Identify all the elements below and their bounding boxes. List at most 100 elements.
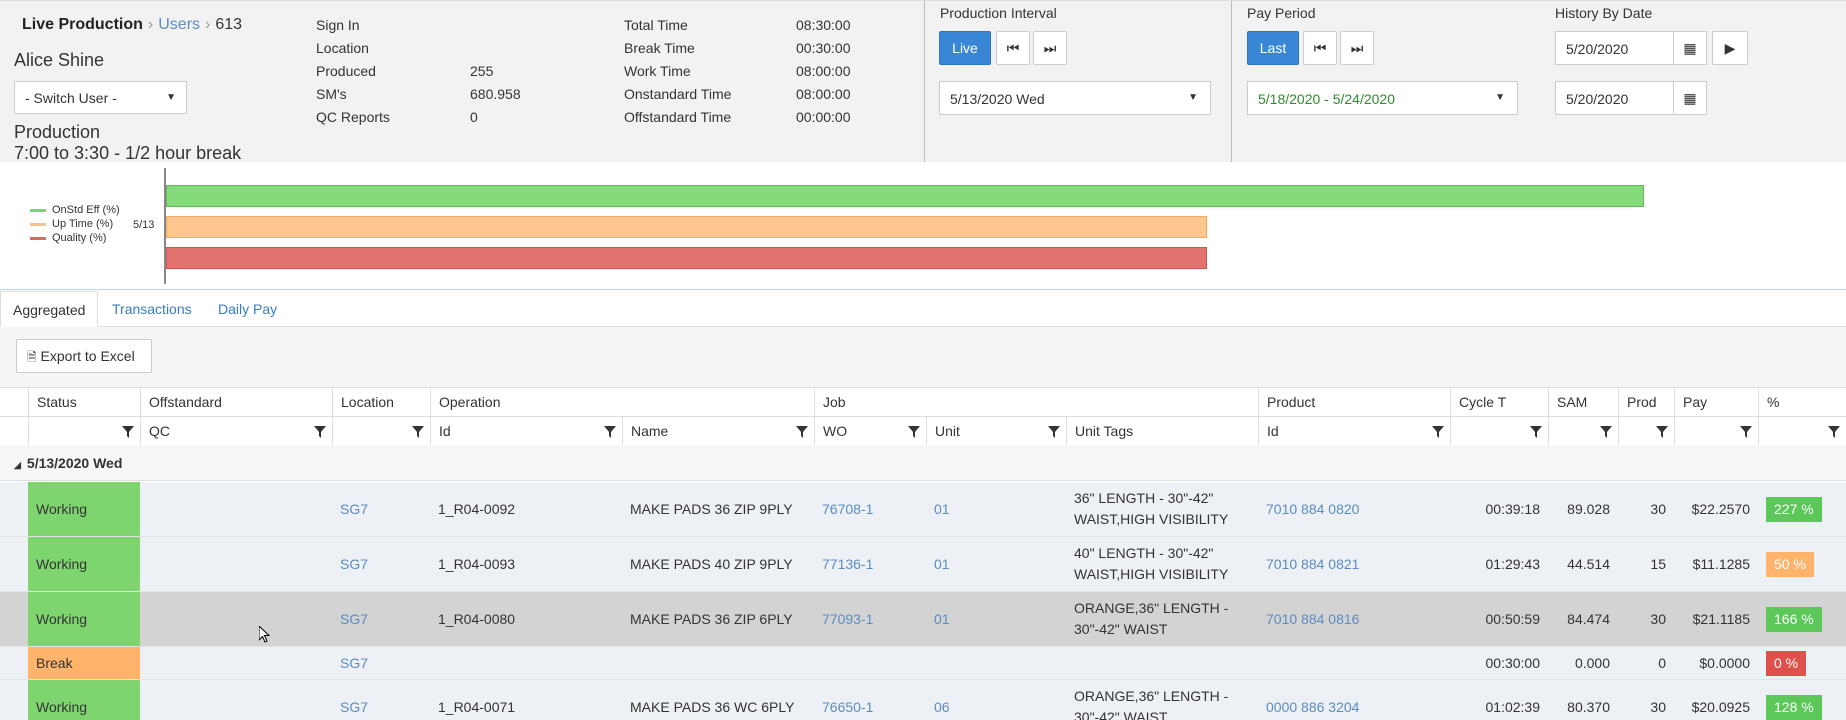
interval-select[interactable]: 5/13/2020 Wed ▼: [939, 81, 1211, 115]
unit-cell[interactable]: 01: [926, 592, 1066, 646]
col-operation[interactable]: Operation: [430, 388, 814, 416]
filter-icon[interactable]: [1530, 425, 1542, 438]
breadcrumb-root[interactable]: Live Production: [22, 16, 143, 33]
product-cell-text[interactable]: 7010 884 0816: [1266, 609, 1359, 630]
filter-icon[interactable]: [1048, 425, 1060, 438]
filter-cell[interactable]: [1674, 417, 1758, 445]
unit-cell[interactable]: [926, 647, 1066, 679]
collapse-icon[interactable]: ◢: [14, 460, 21, 470]
filter-cell[interactable]: [28, 417, 140, 445]
live-button[interactable]: Live: [939, 31, 991, 65]
location-cell[interactable]: SG7: [332, 537, 430, 591]
location-cell-text[interactable]: SG7: [340, 697, 368, 718]
location-cell[interactable]: SG7: [332, 482, 430, 536]
location-cell-text[interactable]: SG7: [340, 499, 368, 520]
wo-cell[interactable]: 77093-1: [814, 592, 926, 646]
location-cell[interactable]: SG7: [332, 592, 430, 646]
filter-cell[interactable]: [1758, 417, 1846, 445]
filter-icon[interactable]: [1828, 425, 1840, 438]
filter-icon[interactable]: [122, 425, 134, 438]
table-row[interactable]: Break SG7 00:30:00 0.000 0 $0.0000 0 %: [0, 647, 1846, 680]
filter-cell[interactable]: Name: [622, 417, 814, 445]
col-pct[interactable]: %: [1758, 388, 1846, 416]
table-row[interactable]: Working SG7 1_R04-0092 MAKE PADS 36 ZIP 9PL…: [0, 482, 1846, 537]
product-cell[interactable]: 0000 886 3204: [1258, 680, 1450, 720]
col-status[interactable]: Status: [28, 388, 140, 416]
export-excel-button[interactable]: 🗎 Export to Excel: [16, 339, 152, 373]
unit-cell[interactable]: 06: [926, 680, 1066, 720]
product-cell[interactable]: [1258, 647, 1450, 679]
filter-icon[interactable]: [1600, 425, 1612, 438]
location-cell[interactable]: SG7: [332, 680, 430, 720]
col-offstandard[interactable]: Offstandard: [140, 388, 332, 416]
product-cell[interactable]: 7010 884 0821: [1258, 537, 1450, 591]
history-to-input[interactable]: 5/20/2020 ▦: [1555, 81, 1707, 115]
wo-cell[interactable]: 77136-1: [814, 537, 926, 591]
location-cell-text[interactable]: SG7: [340, 554, 368, 575]
wo-cell[interactable]: 76650-1: [814, 680, 926, 720]
wo-cell[interactable]: [814, 647, 926, 679]
col-product[interactable]: Product: [1258, 388, 1450, 416]
last-period-button[interactable]: Last: [1247, 31, 1299, 65]
filter-icon[interactable]: [314, 425, 326, 438]
wo-cell-text[interactable]: 76708-1: [822, 499, 873, 520]
product-cell[interactable]: 7010 884 0820: [1258, 482, 1450, 536]
product-cell[interactable]: 7010 884 0816: [1258, 592, 1450, 646]
breadcrumb-users[interactable]: Users: [158, 16, 200, 33]
filter-cell[interactable]: [1618, 417, 1674, 445]
filter-cell[interactable]: Id: [1258, 417, 1450, 445]
location-cell-text[interactable]: SG7: [340, 609, 368, 630]
last-interval-button[interactable]: ⏭: [1033, 31, 1067, 65]
play-button[interactable]: ▶: [1712, 31, 1748, 65]
unit-cell[interactable]: 01: [926, 537, 1066, 591]
filter-cell[interactable]: Id: [430, 417, 622, 445]
tab-daily-pay[interactable]: Daily Pay: [206, 291, 289, 327]
calendar-icon[interactable]: ▦: [1673, 32, 1706, 64]
unit-cell-text[interactable]: 06: [934, 697, 950, 718]
col-cycle[interactable]: Cycle T: [1450, 388, 1548, 416]
tab-transactions[interactable]: Transactions: [100, 291, 204, 327]
filter-icon[interactable]: [908, 425, 920, 438]
wo-cell-text[interactable]: 77136-1: [822, 554, 873, 575]
unit-cell-text[interactable]: 01: [934, 554, 950, 575]
next-period-button[interactable]: ⏭: [1340, 31, 1374, 65]
filter-icon[interactable]: [1656, 425, 1668, 438]
table-row[interactable]: Working SG7 1_R04-0080 MAKE PADS 36 ZIP 6PL…: [0, 592, 1846, 647]
col-job[interactable]: Job: [814, 388, 1258, 416]
group-row[interactable]: ◢ 5/13/2020 Wed: [0, 445, 1846, 481]
filter-icon[interactable]: [1432, 425, 1444, 438]
unit-cell-text[interactable]: 01: [934, 499, 950, 520]
tab-aggregated[interactable]: Aggregated: [0, 291, 99, 327]
switch-user-select[interactable]: - Switch User - ▼: [14, 81, 187, 114]
col-pay[interactable]: Pay: [1674, 388, 1758, 416]
location-cell[interactable]: SG7: [332, 647, 430, 679]
filter-cell[interactable]: [1548, 417, 1618, 445]
col-prod[interactable]: Prod: [1618, 388, 1674, 416]
table-row[interactable]: Working SG7 1_R04-0093 MAKE PADS 40 ZIP 9PL…: [0, 537, 1846, 592]
unit-cell[interactable]: 01: [926, 482, 1066, 536]
col-location[interactable]: Location: [332, 388, 430, 416]
filter-cell[interactable]: Unit: [926, 417, 1066, 445]
calendar-icon[interactable]: ▦: [1673, 82, 1706, 114]
filter-cell[interactable]: Unit Tags: [1066, 417, 1258, 445]
filter-cell[interactable]: WO: [814, 417, 926, 445]
filter-cell[interactable]: [332, 417, 430, 445]
wo-cell-text[interactable]: 76650-1: [822, 697, 873, 718]
product-cell-text[interactable]: 7010 884 0820: [1266, 499, 1359, 520]
filter-cell[interactable]: QC: [140, 417, 332, 445]
product-cell-text[interactable]: 0000 886 3204: [1266, 697, 1359, 718]
col-sam[interactable]: SAM: [1548, 388, 1618, 416]
location-cell-text[interactable]: SG7: [340, 653, 368, 674]
pay-period-select[interactable]: 5/18/2020 - 5/24/2020 ▼: [1247, 81, 1518, 115]
wo-cell-text[interactable]: 77093-1: [822, 609, 873, 630]
table-row[interactable]: Working SG7 1_R04-0071 MAKE PADS 36 WC 6PLY…: [0, 680, 1846, 720]
wo-cell[interactable]: 76708-1: [814, 482, 926, 536]
unit-cell-text[interactable]: 01: [934, 609, 950, 630]
filter-icon[interactable]: [796, 425, 808, 438]
filter-icon[interactable]: [1740, 425, 1752, 438]
filter-icon[interactable]: [604, 425, 616, 438]
filter-icon[interactable]: [412, 425, 424, 438]
product-cell-text[interactable]: 7010 884 0821: [1266, 554, 1359, 575]
first-interval-button[interactable]: ⏮: [996, 31, 1030, 65]
first-period-button[interactable]: ⏮: [1303, 31, 1337, 65]
